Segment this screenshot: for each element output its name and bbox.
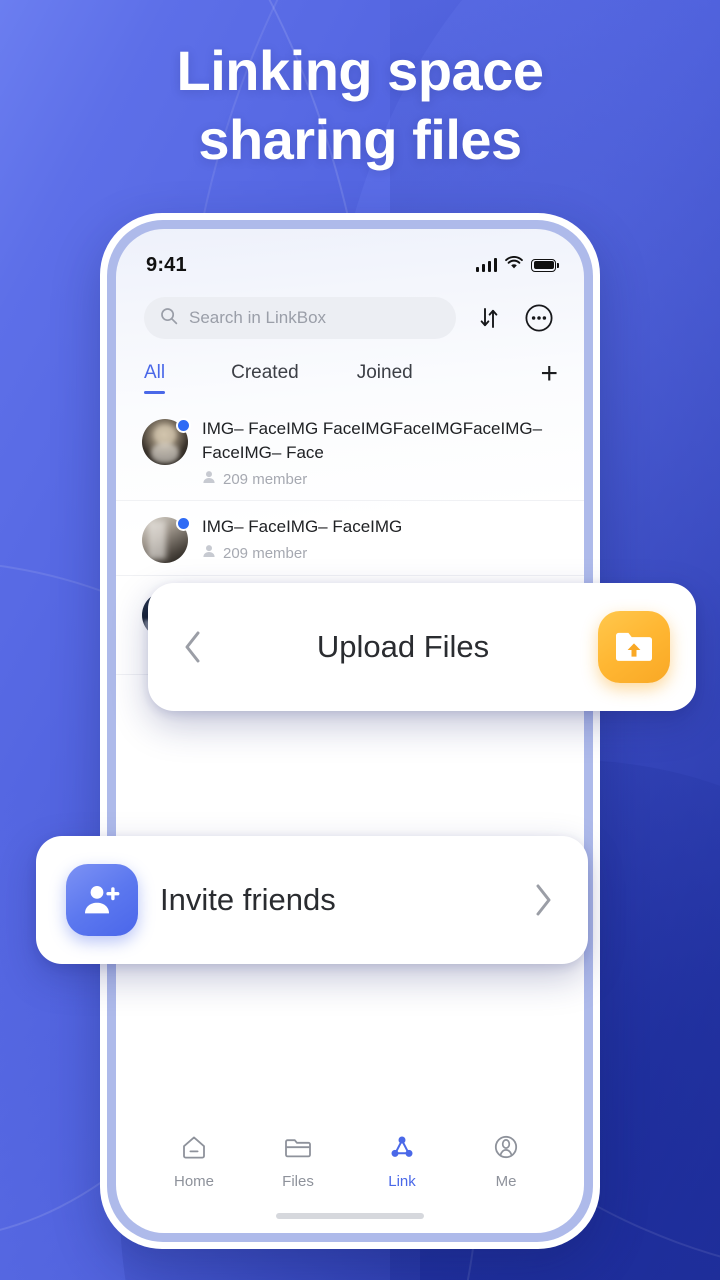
headline-line-2: sharing files — [198, 108, 522, 172]
list-item-body: IMG– FaceIMG FaceIMGFaceIMGFaceIMG–FaceI… — [202, 417, 562, 488]
tab-created[interactable]: Created — [231, 362, 299, 394]
more-circle-icon[interactable] — [522, 301, 556, 335]
status-bar-icons — [475, 255, 559, 275]
nav-label-home: Home — [173, 1173, 214, 1190]
status-bar-clock: 9:41 — [146, 253, 187, 276]
phone-screen: 9:41 Search in LinkBox All Created Joine… — [116, 229, 584, 1233]
person-icon — [202, 544, 216, 562]
list-item-title: IMG– FaceIMG– FaceIMG — [202, 517, 403, 537]
invite-friends-title: Invite friends — [160, 882, 336, 917]
nav-label-me: Me — [495, 1173, 517, 1190]
upload-files-card[interactable]: Upload Files — [148, 583, 696, 711]
search-icon — [160, 307, 178, 330]
upload-files-title: Upload Files — [316, 629, 490, 664]
tab-joined[interactable]: Joined — [357, 362, 413, 394]
chevron-right-icon[interactable] — [528, 880, 558, 920]
folder-icon — [283, 1133, 313, 1166]
list-item-members: 209 member — [223, 544, 308, 562]
nav-item-home[interactable]: Home — [158, 1133, 230, 1190]
nav-label-files: Files — [282, 1173, 314, 1190]
nav-item-link[interactable]: Link — [366, 1133, 438, 1190]
profile-icon — [491, 1133, 521, 1166]
battery-icon — [531, 258, 559, 272]
list-item-meta: 209 member — [202, 544, 562, 562]
list-item-meta: 209 member — [202, 470, 562, 488]
wifi-icon — [505, 255, 523, 275]
phone-bezel: 9:41 Search in LinkBox All Created Joine… — [107, 220, 593, 1242]
home-indicator — [276, 1213, 424, 1219]
cellular-signal-icon — [475, 258, 497, 272]
search-row: Search in LinkBox — [116, 287, 584, 339]
search-placeholder: Search in LinkBox — [189, 308, 327, 327]
home-icon — [179, 1133, 209, 1166]
sort-arrows-icon[interactable] — [472, 301, 506, 335]
headline-line-1: Linking space — [176, 39, 544, 102]
list-item-title: IMG– FaceIMG FaceIMGFaceIMGFaceIMG–FaceI… — [202, 419, 543, 463]
tab-all[interactable]: All — [144, 362, 166, 394]
list-item[interactable]: IMG– FaceIMG– FaceIMG 209 member — [116, 501, 584, 577]
link-nodes-icon — [387, 1133, 417, 1166]
avatar — [142, 516, 191, 564]
space-list: IMG– FaceIMG FaceIMGFaceIMGFaceIMG–FaceI… — [116, 397, 584, 1117]
status-bar: 9:41 — [116, 229, 584, 287]
avatar — [142, 418, 191, 465]
bottom-navigation: Home Files Link Me — [116, 1117, 584, 1233]
list-item[interactable]: IMG– FaceIMG FaceIMGFaceIMGFaceIMG–FaceI… — [116, 403, 584, 502]
unread-badge-dot — [176, 418, 191, 433]
invite-friends-card[interactable]: Invite friends — [36, 836, 588, 964]
nav-label-link: Link — [388, 1173, 416, 1190]
list-item-members: 209 member — [223, 470, 308, 488]
phone-mockup: 9:41 Search in LinkBox All Created Joine… — [100, 213, 600, 1249]
chevron-left-icon[interactable] — [180, 627, 222, 667]
nav-item-files[interactable]: Files — [262, 1133, 334, 1190]
add-space-button[interactable]: + — [540, 359, 558, 397]
promo-headline: Linking space sharing files — [0, 36, 720, 175]
folder-upload-icon — [598, 611, 670, 683]
person-add-icon — [66, 864, 138, 936]
list-item-body: IMG– FaceIMG– FaceIMG 209 member — [202, 515, 562, 563]
person-icon — [202, 470, 216, 488]
space-filter-tabs: All Created Joined + — [116, 339, 584, 397]
search-input[interactable]: Search in LinkBox — [144, 297, 456, 339]
nav-item-me[interactable]: Me — [470, 1133, 542, 1190]
unread-badge-dot — [176, 516, 191, 532]
